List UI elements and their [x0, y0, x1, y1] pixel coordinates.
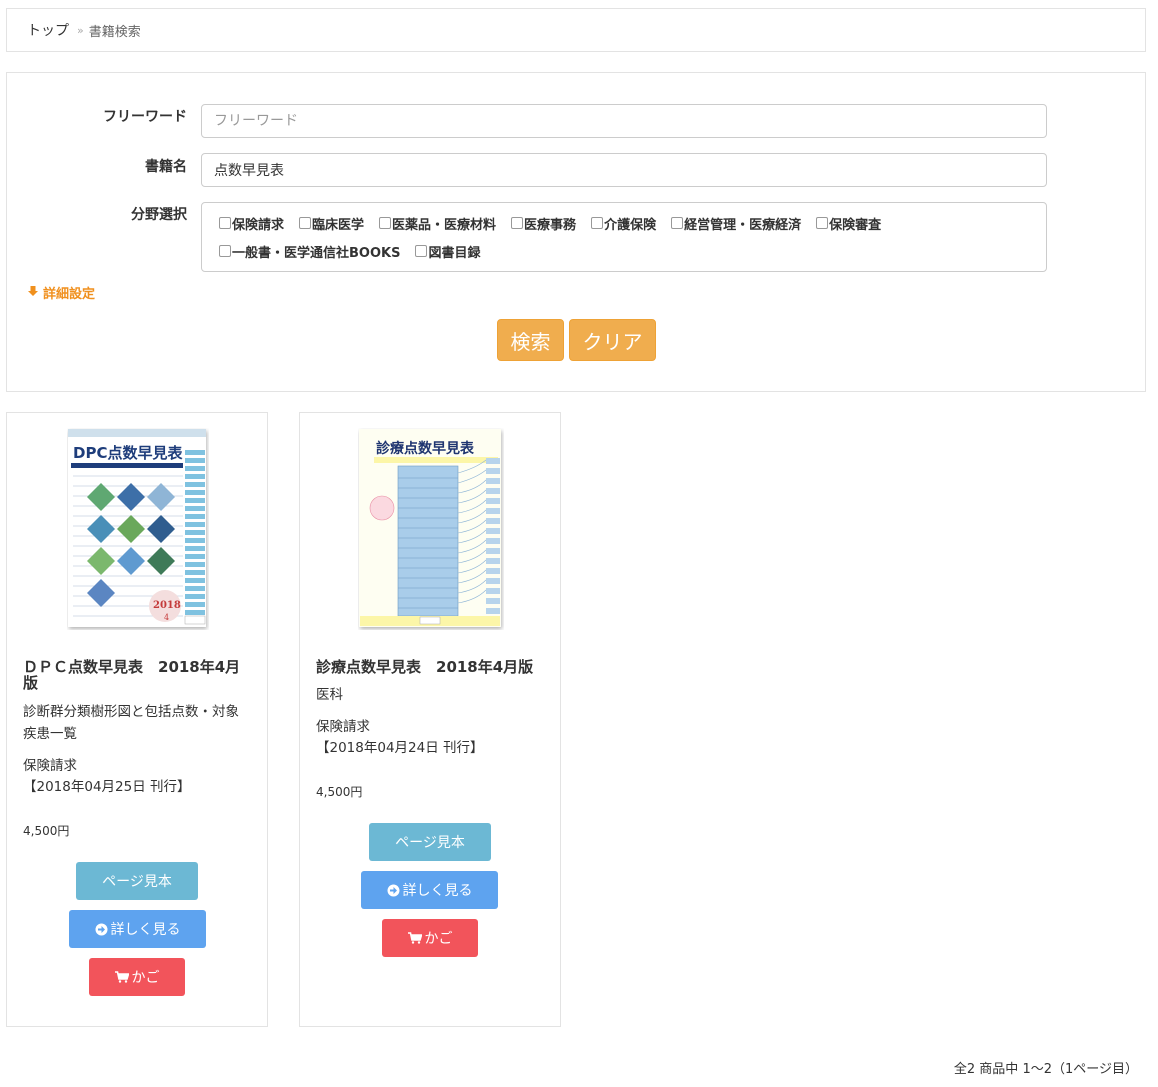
- cover-year: 2018: [153, 600, 181, 611]
- product-subtitle: 診断群分類樹形図と包括点数・対象 疾患一覧: [23, 704, 239, 742]
- add-to-cart-button[interactable]: かご: [382, 919, 478, 957]
- product-price: 4,500円: [316, 785, 363, 799]
- cart-icon: [407, 932, 422, 944]
- cover-month: 4: [164, 613, 169, 622]
- checkbox-icon[interactable]: [379, 217, 392, 229]
- page-sample-button[interactable]: ページ見本: [76, 862, 198, 900]
- detail-button[interactable]: 詳しく見る: [69, 910, 206, 948]
- cover-title: DPC点数早見表: [73, 444, 183, 462]
- checkbox-icon[interactable]: [299, 217, 312, 229]
- product-field: 保険請求: [316, 719, 370, 735]
- search-panel: フリーワード 書籍名 分野選択 保険請求 臨床医学 医薬品・医療材料 医療事務 …: [6, 72, 1146, 392]
- breadcrumb-top-link[interactable]: トップ: [27, 20, 69, 40]
- checkbox-icon[interactable]: [591, 217, 604, 229]
- book-cover-image[interactable]: 診療点数早見表: [358, 428, 504, 634]
- detail-button[interactable]: 詳しく見る: [361, 871, 498, 909]
- product-field: 保険請求: [23, 758, 77, 774]
- category-checkbox-hoken-seikyu[interactable]: 保険請求: [219, 214, 284, 233]
- category-checkbox-tosho-mokuroku[interactable]: 図書目録: [415, 242, 480, 261]
- clear-button[interactable]: クリア: [569, 319, 656, 361]
- product-title[interactable]: ＤＰＣ点数早見表 2018年4月 版: [23, 659, 255, 691]
- add-to-cart-button[interactable]: かご: [89, 958, 185, 996]
- freeword-input[interactable]: [201, 104, 1047, 138]
- page-sample-button[interactable]: ページ見本: [369, 823, 491, 861]
- bookname-input[interactable]: [201, 153, 1047, 187]
- product-publish-date: 【2018年04月24日 刊行】: [316, 740, 484, 756]
- checkbox-icon[interactable]: [511, 217, 524, 229]
- arrow-circle-right-icon: [387, 884, 400, 897]
- product-card: DPC点数早見表 2018 4 ＤＰＣ点数早見表 2018年4月 版 診断群分類…: [6, 412, 268, 1027]
- arrow-down-icon: [27, 285, 39, 301]
- product-subtitle: 医科: [316, 687, 343, 703]
- category-checkbox-iryo-jimu[interactable]: 医療事務: [511, 214, 576, 233]
- category-checkbox-iyakuhin[interactable]: 医薬品・医療材料: [379, 214, 496, 233]
- freeword-label: フリーワード: [103, 109, 187, 125]
- cover-title: 診療点数早見表: [376, 440, 475, 457]
- breadcrumb: トップ » 書籍検索: [6, 8, 1146, 52]
- bookname-label: 書籍名: [145, 159, 187, 175]
- book-cover-image[interactable]: DPC点数早見表 2018 4: [67, 428, 209, 634]
- product-price: 4,500円: [23, 824, 70, 838]
- category-checkbox-group: 保険請求 臨床医学 医薬品・医療材料 医療事務 介護保険 経営管理・医療経済 保…: [201, 202, 1047, 272]
- product-title[interactable]: 診療点数早見表 2018年4月版: [316, 659, 548, 675]
- checkbox-icon[interactable]: [219, 245, 231, 257]
- checkbox-icon[interactable]: [415, 245, 428, 257]
- detail-settings-label: 詳細設定: [43, 287, 96, 302]
- checkbox-icon[interactable]: [219, 217, 231, 229]
- category-checkbox-ippansho[interactable]: 一般書・医学通信社BOOKS: [219, 242, 400, 261]
- breadcrumb-current: 書籍検索: [88, 24, 141, 40]
- checkbox-icon[interactable]: [816, 217, 829, 229]
- category-label: 分野選択: [131, 207, 187, 223]
- cart-icon: [114, 971, 129, 983]
- category-checkbox-rinsho-igaku[interactable]: 臨床医学: [299, 214, 364, 233]
- category-checkbox-kaigo-hoken[interactable]: 介護保険: [591, 214, 656, 233]
- product-card: 診療点数早見表 診療点数早見表 2018年4月版 医科 保険請求 【2018年0…: [299, 412, 561, 1027]
- arrow-circle-right-icon: [95, 923, 108, 936]
- category-checkbox-keiei-kanri[interactable]: 経営管理・医療経済: [671, 214, 801, 233]
- pagination-summary: 全2 商品中 1～2（1ページ目）: [953, 1062, 1138, 1077]
- category-checkbox-hoken-shinsa[interactable]: 保険審査: [816, 214, 881, 233]
- detail-settings-toggle[interactable]: 詳細設定: [27, 283, 95, 302]
- product-publish-date: 【2018年04月25日 刊行】: [23, 779, 191, 795]
- checkbox-icon[interactable]: [671, 217, 684, 229]
- search-button[interactable]: 検索: [497, 319, 564, 361]
- breadcrumb-separator: »: [77, 23, 84, 37]
